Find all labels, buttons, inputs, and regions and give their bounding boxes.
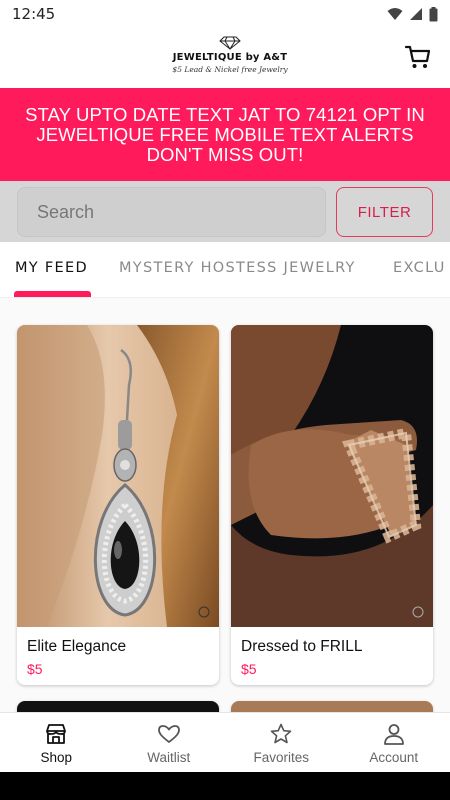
tab-mystery-hostess-jewelry[interactable]: MYSTERY HOSTESS JEWELRY	[119, 260, 356, 276]
nav-waitlist[interactable]: Waitlist	[113, 713, 226, 772]
nav-label: Shop	[40, 750, 73, 765]
active-tab-indicator	[14, 291, 91, 297]
battery-icon	[429, 6, 438, 21]
product-title: Elite Elegance	[27, 638, 127, 655]
nav-favorites[interactable]: Favorites	[225, 713, 338, 772]
promo-banner: STAY UPTO DATE TEXT JAT TO 74121 OPT IN …	[0, 88, 450, 181]
signal-icon	[410, 8, 422, 20]
nav-account[interactable]: Account	[338, 713, 450, 772]
system-navigation-bar	[0, 772, 450, 800]
tab-exclusive[interactable]: EXCLU	[393, 260, 446, 276]
status-bar: 12:45	[0, 0, 450, 28]
promo-banner-text: STAY UPTO DATE TEXT JAT TO 74121 OPT IN …	[25, 103, 425, 165]
nav-label: Waitlist	[147, 750, 191, 765]
product-price: $5	[241, 661, 257, 677]
bottom-navigation: Shop Waitlist Favorites Account	[0, 712, 450, 772]
wifi-icon	[387, 8, 403, 20]
product-feed[interactable]: Elite Elegance $5 Dressed to FRILL $5	[0, 298, 450, 712]
tab-my-feed[interactable]: MY FEED	[15, 260, 88, 276]
product-title: Dressed to FRILL	[241, 638, 363, 655]
filter-button[interactable]: FILTER	[336, 187, 433, 237]
product-card[interactable]: Dressed to FRILL $5	[231, 325, 433, 685]
cart-button[interactable]	[404, 43, 432, 71]
product-image	[231, 325, 433, 627]
product-card[interactable]	[17, 701, 219, 712]
category-tabs: MY FEED MYSTERY HOSTESS JEWELRY EXCLU	[0, 242, 450, 298]
product-image	[17, 325, 219, 627]
logo-tagline: $5 Lead & Nickel free Jewelry	[172, 65, 288, 74]
nav-shop[interactable]: Shop	[0, 713, 113, 772]
search-area: FILTER	[0, 181, 450, 242]
status-icons	[387, 6, 438, 22]
status-time: 12:45	[12, 5, 56, 23]
store-icon	[46, 724, 67, 744]
search-input[interactable]	[17, 187, 326, 237]
nav-label: Favorites	[253, 750, 310, 765]
app-header: JEWELTIQUE by A&T $5 Lead & Nickel free …	[0, 28, 450, 88]
logo-name: JEWELTIQUE by A&T	[172, 52, 288, 63]
brand-logo[interactable]: JEWELTIQUE by A&T $5 Lead & Nickel free …	[150, 36, 310, 84]
product-card[interactable]	[231, 701, 433, 712]
product-card[interactable]: Elite Elegance $5	[17, 325, 219, 685]
nav-label: Account	[369, 750, 419, 765]
star-icon	[270, 723, 292, 744]
person-icon	[383, 724, 404, 745]
product-price: $5	[27, 661, 43, 677]
heart-icon	[157, 725, 180, 743]
cart-icon	[404, 45, 431, 68]
diamond-icon	[219, 36, 241, 50]
